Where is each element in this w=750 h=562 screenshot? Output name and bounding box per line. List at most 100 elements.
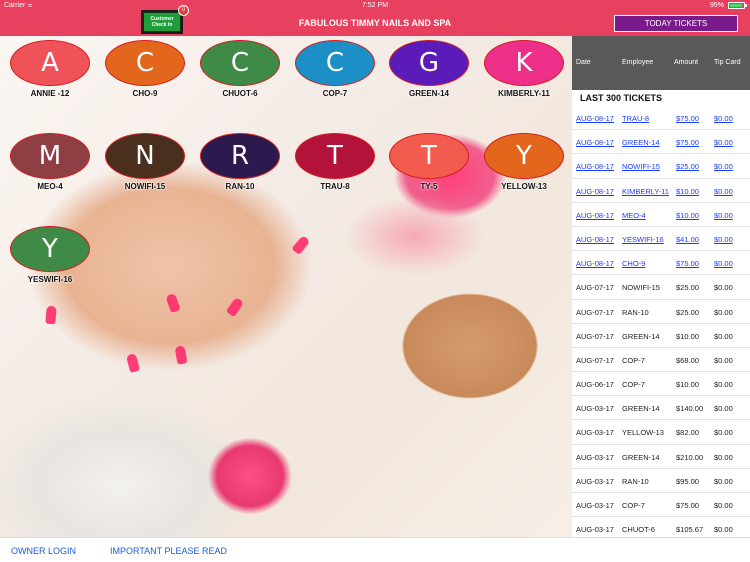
ticket-amount[interactable]: $75.00 xyxy=(676,138,699,147)
ticket-date[interactable]: AUG-08-17 xyxy=(576,235,614,244)
col-tip-card: Tip Card xyxy=(714,59,741,66)
employee-button[interactable]: Y YESWIFI-16 xyxy=(9,226,91,284)
battery-icon xyxy=(728,2,747,9)
col-date: Date xyxy=(576,59,591,66)
ticket-row[interactable]: AUG-08-17 TRAU-8 $75.00 $0.00 xyxy=(572,106,750,131)
ticket-date[interactable]: AUG-08-17 xyxy=(576,211,614,220)
employee-avatar: A xyxy=(10,40,90,86)
ticket-date: AUG-03-17 xyxy=(576,476,614,486)
employee-name: MEO-4 xyxy=(37,182,63,191)
ticket-amount: $95.00 xyxy=(676,476,699,486)
ticket-row: AUG-07-17 RAN-10 $25.00 $0.00 xyxy=(572,300,750,324)
ticket-date[interactable]: AUG-08-17 xyxy=(576,138,614,147)
ticket-date[interactable]: AUG-08-17 xyxy=(576,114,614,123)
tickets-panel: Date Employee Amount Tip Card LAST 300 T… xyxy=(572,36,750,537)
ticket-employee[interactable]: YESWIFI-16 xyxy=(622,235,664,244)
app-header: Carrier ≈ 7:52 PM 95% FABULOUS TIMMY NAI… xyxy=(0,0,750,36)
ticket-employee[interactable]: TRAU-8 xyxy=(622,114,649,123)
col-amount: Amount xyxy=(674,59,699,66)
employee-button[interactable]: C CHUOT-6 xyxy=(199,40,281,98)
employee-avatar: T xyxy=(389,133,469,179)
ticket-employee[interactable]: CHO-9 xyxy=(622,259,645,268)
ticket-date: AUG-03-17 xyxy=(576,501,614,510)
nail-decoration xyxy=(174,345,188,365)
employee-button[interactable]: Y YELLOW-13 xyxy=(483,133,565,191)
ticket-row[interactable]: AUG-08-17 NOWIFI-15 $25.00 $0.00 xyxy=(572,154,750,179)
ticket-tip: $0.00 xyxy=(714,452,733,462)
important-read-link[interactable]: IMPORTANT PLEASE READ xyxy=(110,546,227,556)
ticket-tip: $0.00 xyxy=(714,380,733,390)
ticket-tip[interactable]: $0.00 xyxy=(714,211,733,220)
employee-name: ANNIE -12 xyxy=(30,89,70,98)
ticket-amount[interactable]: $75.00 xyxy=(676,259,699,268)
ticket-tip: $0.00 xyxy=(714,525,733,535)
employee-button[interactable]: K KIMBERLY-11 xyxy=(483,40,565,98)
ticket-tip[interactable]: $0.00 xyxy=(714,235,733,244)
employee-name: COP-7 xyxy=(322,89,348,98)
employee-name: KIMBERLY-11 xyxy=(498,89,550,98)
ticket-date: AUG-07-17 xyxy=(576,283,614,293)
employee-avatar: N xyxy=(105,133,185,179)
employee-button[interactable]: G GREEN-14 xyxy=(388,40,470,98)
ticket-date: AUG-03-17 xyxy=(576,452,614,462)
ticket-employee[interactable]: KIMBERLY-11 xyxy=(622,187,669,196)
ticket-date: AUG-03-17 xyxy=(576,525,614,535)
employee-button[interactable]: R RAN-10 xyxy=(199,133,281,191)
employee-button[interactable]: N NOWIFI-15 xyxy=(104,133,186,191)
ticket-row[interactable]: AUG-08-17 MEO-4 $10.00 $0.00 xyxy=(572,203,750,227)
ticket-date[interactable]: AUG-08-17 xyxy=(576,259,614,268)
ticket-row[interactable]: AUG-08-17 YESWIFI-16 $41.00 $0.00 xyxy=(572,227,750,252)
ticket-amount: $82.00 xyxy=(676,428,699,438)
ticket-employee: CHUOT-6 xyxy=(622,525,655,535)
customer-checkin-label: Customer Check In xyxy=(144,13,180,31)
today-tickets-button[interactable]: TODAY TICKETS xyxy=(614,15,738,32)
ticket-employee: GREEN-14 xyxy=(622,331,660,341)
ticket-date[interactable]: AUG-08-17 xyxy=(576,162,614,171)
ticket-date: AUG-06-17 xyxy=(576,380,614,390)
employee-avatar: R xyxy=(200,133,280,179)
employee-button[interactable]: M MEO-4 xyxy=(9,133,91,191)
ticket-employee[interactable]: MEO-4 xyxy=(622,211,646,220)
battery-fill xyxy=(730,4,743,7)
ticket-employee: COP-7 xyxy=(622,355,645,365)
ticket-tip: $0.00 xyxy=(714,428,733,438)
ticket-employee[interactable]: NOWIFI-15 xyxy=(622,162,660,171)
employee-avatar: G xyxy=(389,40,469,86)
ticket-row: AUG-06-17 COP-7 $10.00 $0.00 xyxy=(572,372,750,397)
col-employee: Employee xyxy=(622,59,654,66)
employee-button[interactable]: C CHO-9 xyxy=(104,40,186,98)
ticket-amount[interactable]: $75.00 xyxy=(676,114,699,123)
ticket-date: AUG-07-17 xyxy=(576,307,614,317)
ticket-amount[interactable]: $25.00 xyxy=(676,162,699,171)
ticket-amount[interactable]: $41.00 xyxy=(676,235,699,244)
ticket-amount: $25.00 xyxy=(676,307,699,317)
ticket-employee[interactable]: GREEN-14 xyxy=(622,138,660,147)
ticket-tip[interactable]: $0.00 xyxy=(714,114,733,123)
ticket-row: AUG-07-17 NOWIFI-15 $25.00 $0.00 xyxy=(572,275,750,300)
ticket-tip[interactable]: $0.00 xyxy=(714,259,733,268)
employee-name: NOWIFI-15 xyxy=(124,182,166,191)
employee-button[interactable]: C COP-7 xyxy=(294,40,376,98)
employee-name: GREEN-14 xyxy=(408,89,449,98)
tickets-list: AUG-08-17 TRAU-8 $75.00 $0.00 AUG-08-17 GREEN… xyxy=(572,106,750,537)
ticket-tip: $0.00 xyxy=(714,476,733,486)
ticket-row: AUG-03-17 GREEN-14 $210.00 $0.00 xyxy=(572,445,750,469)
ticket-employee: RAN-10 xyxy=(622,476,649,486)
ticket-row[interactable]: AUG-08-17 GREEN-14 $75.00 $0.00 xyxy=(572,130,750,155)
employee-button[interactable]: T TRAU-8 xyxy=(294,133,376,191)
ticket-tip[interactable]: $0.00 xyxy=(714,138,733,147)
ticket-tip[interactable]: $0.00 xyxy=(714,162,733,171)
customer-checkin-button[interactable]: Customer Check In xyxy=(141,10,183,34)
ticket-date[interactable]: AUG-08-17 xyxy=(576,187,614,196)
employee-button[interactable]: A ANNIE -12 xyxy=(9,40,91,98)
ticket-date: AUG-03-17 xyxy=(576,428,614,438)
ticket-row[interactable]: AUG-08-17 CHO-9 $75.00 $0.00 xyxy=(572,251,750,276)
ticket-tip[interactable]: $0.00 xyxy=(714,187,733,196)
employee-button[interactable]: T TY-5 xyxy=(388,133,470,191)
ticket-row[interactable]: AUG-08-17 KIMBERLY-11 $10.00 $0.00 xyxy=(572,179,750,203)
owner-login-link[interactable]: OWNER LOGIN xyxy=(11,546,76,556)
ticket-amount[interactable]: $10.00 xyxy=(676,211,699,220)
ticket-amount[interactable]: $10.00 xyxy=(676,187,699,196)
ticket-tip: $0.00 xyxy=(714,307,733,317)
ticket-row: AUG-03-17 COP-7 $75.00 $0.00 xyxy=(572,493,750,518)
